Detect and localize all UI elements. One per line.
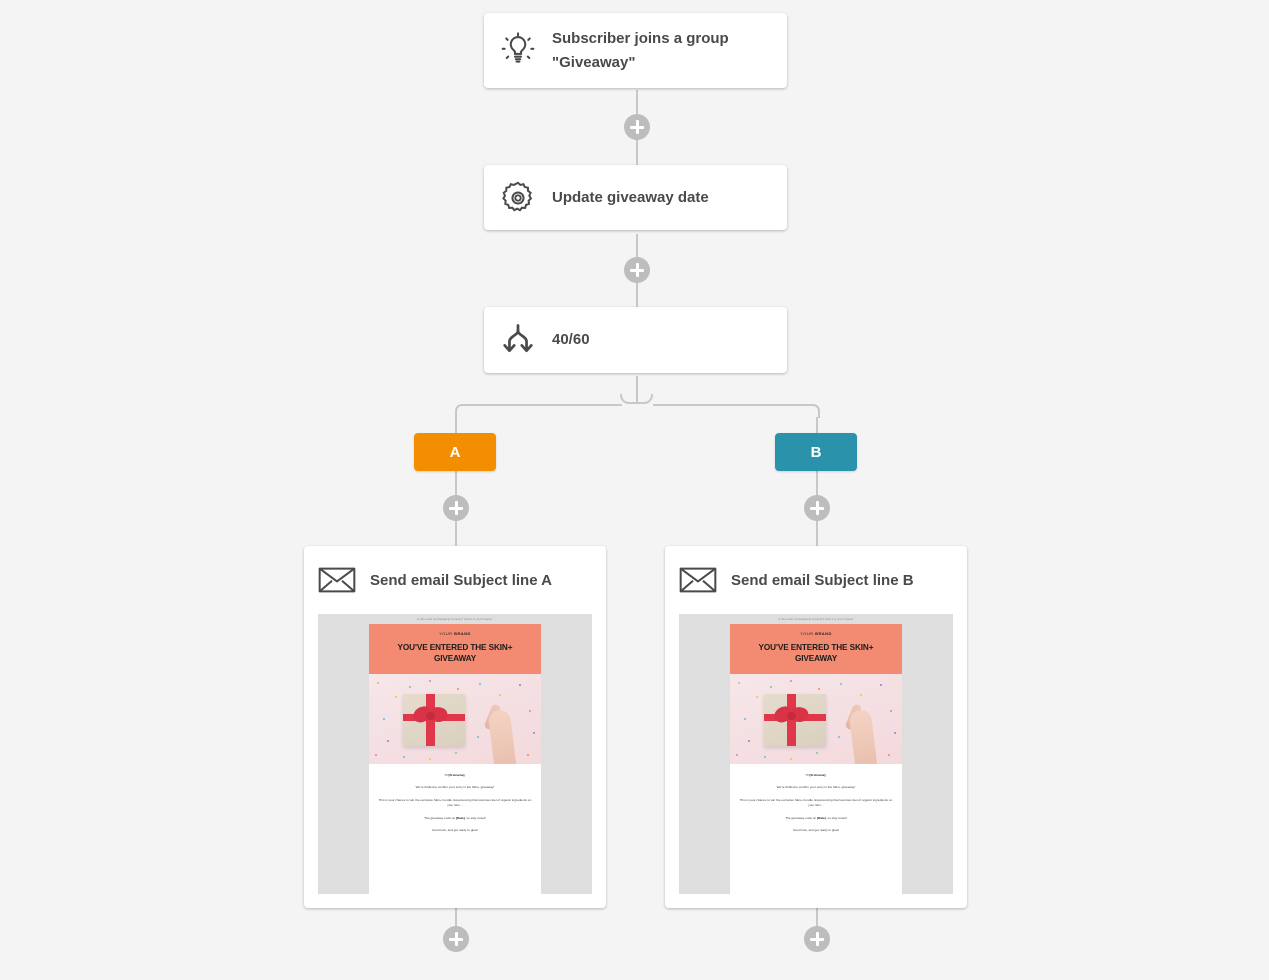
email-greeting: Hi [firstname], bbox=[805, 773, 827, 777]
step-card-trigger[interactable]: Subscriber joins a group "Giveaway" bbox=[484, 13, 787, 88]
add-step-button-branch-b[interactable] bbox=[804, 495, 830, 521]
step-title-split: 40/60 bbox=[552, 331, 590, 348]
email-line-4: The giveaway ends on [Date], so stay tun… bbox=[785, 815, 847, 820]
fork-corner-right bbox=[806, 404, 820, 418]
email-banner: YOUR BRAND YOU'VE ENTERED THE SKIN+ GIVE… bbox=[730, 624, 902, 674]
add-step-button-after-email-a[interactable] bbox=[443, 926, 469, 952]
email-headline: YOU'VE ENTERED THE SKIN+ GIVEAWAY bbox=[397, 643, 513, 663]
email-greeting: Hi [firstname], bbox=[444, 773, 466, 777]
fork-cap-right bbox=[637, 394, 653, 404]
email-card-a-header: Send email Subject line A bbox=[304, 546, 606, 614]
email-card-b-header: Send email Subject line B bbox=[665, 546, 967, 614]
fork-rail-right bbox=[653, 404, 813, 406]
email-line-5: Good luck, and get ready to glow! bbox=[431, 828, 479, 833]
step-card-email-b[interactable]: Send email Subject line B Is this email … bbox=[665, 546, 967, 908]
email-body-text: Hi [firstname], We're thrilled to confir… bbox=[369, 764, 541, 843]
email-hero-image bbox=[369, 674, 541, 764]
email-body-text: Hi [firstname], We're thrilled to confir… bbox=[730, 764, 902, 843]
step-card-action[interactable]: Update giveaway date bbox=[484, 165, 787, 230]
fork-rail-left bbox=[462, 404, 622, 406]
email-body-a: Is this email not displaying correctly? … bbox=[369, 614, 541, 894]
branch-chip-a-label: A bbox=[449, 443, 461, 461]
add-step-button-branch-a[interactable] bbox=[443, 495, 469, 521]
add-step-button-2[interactable] bbox=[624, 257, 650, 283]
email-banner: YOUR BRAND YOU'VE ENTERED THE SKIN+ GIVE… bbox=[369, 624, 541, 674]
email-line-2: We're thrilled to confirm your entry in … bbox=[415, 785, 495, 790]
email-line-4: The giveaway ends on [Date], so stay tun… bbox=[424, 815, 486, 820]
email-line-2: We're thrilled to confirm your entry in … bbox=[776, 785, 856, 790]
fork-cap-left bbox=[620, 394, 636, 404]
email-line-5: Good luck, and get ready to glow! bbox=[792, 828, 840, 833]
workflow-canvas: Subscriber joins a group "Giveaway" Upda… bbox=[0, 0, 1269, 980]
add-step-button-after-email-b[interactable] bbox=[804, 926, 830, 952]
email-hero-image bbox=[730, 674, 902, 764]
step-card-split[interactable]: 40/60 bbox=[484, 307, 787, 373]
email-body-b: Is this email not displaying correctly? … bbox=[730, 614, 902, 894]
email-line-3: This is your chance to win the exclusive… bbox=[739, 797, 893, 808]
email-brand: YOUR BRAND bbox=[800, 631, 832, 636]
email-brand: YOUR BRAND bbox=[439, 631, 471, 636]
email-preview-a[interactable]: Is this email not displaying correctly? … bbox=[318, 614, 592, 894]
email-preheader: Is this email not displaying correctly? … bbox=[730, 614, 902, 624]
branch-chip-b[interactable]: B bbox=[775, 433, 857, 471]
email-headline: YOU'VE ENTERED THE SKIN+ GIVEAWAY bbox=[758, 643, 874, 663]
branch-chip-b-label: B bbox=[810, 443, 822, 461]
email-card-a-title: Send email Subject line A bbox=[370, 571, 552, 589]
email-card-b-title: Send email Subject line B bbox=[731, 571, 914, 589]
split-branch-icon bbox=[484, 321, 552, 359]
email-preview-b[interactable]: Is this email not displaying correctly? … bbox=[679, 614, 953, 894]
branch-chip-a[interactable]: A bbox=[414, 433, 496, 471]
email-line-3: This is your chance to win the exclusive… bbox=[378, 797, 532, 808]
fork-corner-left bbox=[455, 404, 469, 418]
envelope-icon bbox=[304, 565, 370, 595]
step-title-trigger: Subscriber joins a group "Giveaway" bbox=[552, 29, 729, 71]
lightbulb-icon bbox=[484, 31, 552, 70]
email-preheader: Is this email not displaying correctly? … bbox=[369, 614, 541, 624]
gear-icon bbox=[484, 179, 552, 217]
step-card-email-a[interactable]: Send email Subject line A Is this email … bbox=[304, 546, 606, 908]
envelope-icon bbox=[665, 565, 731, 595]
add-step-button-1[interactable] bbox=[624, 114, 650, 140]
step-title-action: Update giveaway date bbox=[552, 188, 709, 206]
